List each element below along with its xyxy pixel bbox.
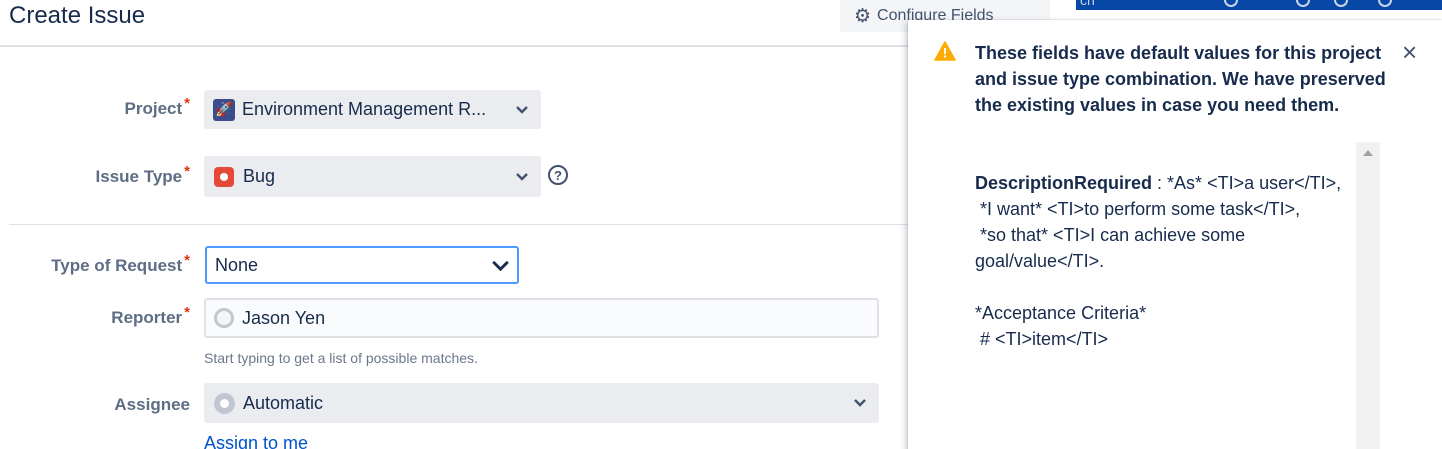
chevron-down-icon <box>516 105 528 114</box>
flag-body: DescriptionRequired : *As* <TI>a user</T… <box>975 173 1342 349</box>
field-name: DescriptionRequired <box>975 173 1153 193</box>
project-select[interactable]: 🚀 Environment Management R... <box>204 90 541 129</box>
chevron-down-icon <box>516 172 528 181</box>
header-divider <box>0 45 920 47</box>
reporter-input[interactable]: Jason Yen <box>204 298 879 338</box>
section-divider <box>9 224 920 225</box>
gear-icon: ⚙ <box>854 5 872 27</box>
chevron-down-icon <box>492 260 509 271</box>
type-of-request-select[interactable]: None <box>205 246 519 284</box>
search-icon[interactable] <box>1224 0 1238 7</box>
bug-icon <box>214 166 234 187</box>
warning-icon <box>934 41 956 61</box>
type-of-request-value: None <box>215 254 259 275</box>
notifications-icon[interactable] <box>1296 0 1310 7</box>
settings-icon[interactable] <box>1378 0 1392 7</box>
dialog-title: Create Issue <box>9 2 146 29</box>
reporter-hint: Start typing to get a list of possible m… <box>204 350 478 366</box>
reporter-value: Jason Yen <box>242 307 326 328</box>
automatic-avatar-icon <box>214 392 235 414</box>
chevron-down-icon <box>854 399 866 407</box>
close-icon[interactable]: × <box>1402 39 1417 65</box>
reporter-label: Reporter * <box>111 304 190 327</box>
field-default-value: *As* <TI>a user</TI>, *I want* <TI>to pe… <box>975 173 1342 349</box>
project-value: Environment Management R... <box>242 99 487 119</box>
search-text[interactable]: ch <box>1080 0 1095 8</box>
issue-type-label: Issue Type * <box>95 163 190 186</box>
type-of-request-label: Type of Request * <box>51 252 190 275</box>
assignee-label: Assignee <box>114 395 190 414</box>
assignee-value: Automatic <box>243 392 324 413</box>
help-icon[interactable] <box>1334 0 1348 7</box>
issue-type-value: Bug <box>243 166 276 186</box>
assign-to-me-link[interactable]: Assign to me <box>204 433 308 449</box>
top-navigation-bar: ch <box>1076 0 1442 10</box>
question-help-icon[interactable]: ? <box>548 165 568 185</box>
project-label: Project * <box>124 95 190 118</box>
assignee-select[interactable]: Automatic <box>204 383 879 423</box>
issue-type-select[interactable]: Bug <box>204 156 541 197</box>
scroll-up-arrow-icon[interactable] <box>1363 150 1373 156</box>
flag-title: These fields have default values for thi… <box>975 43 1386 115</box>
user-avatar-icon <box>214 308 234 328</box>
project-rocket-icon: 🚀 <box>213 98 235 121</box>
default-values-warning-flag: These fields have default values for thi… <box>908 20 1442 449</box>
scrollbar[interactable] <box>1356 142 1380 449</box>
